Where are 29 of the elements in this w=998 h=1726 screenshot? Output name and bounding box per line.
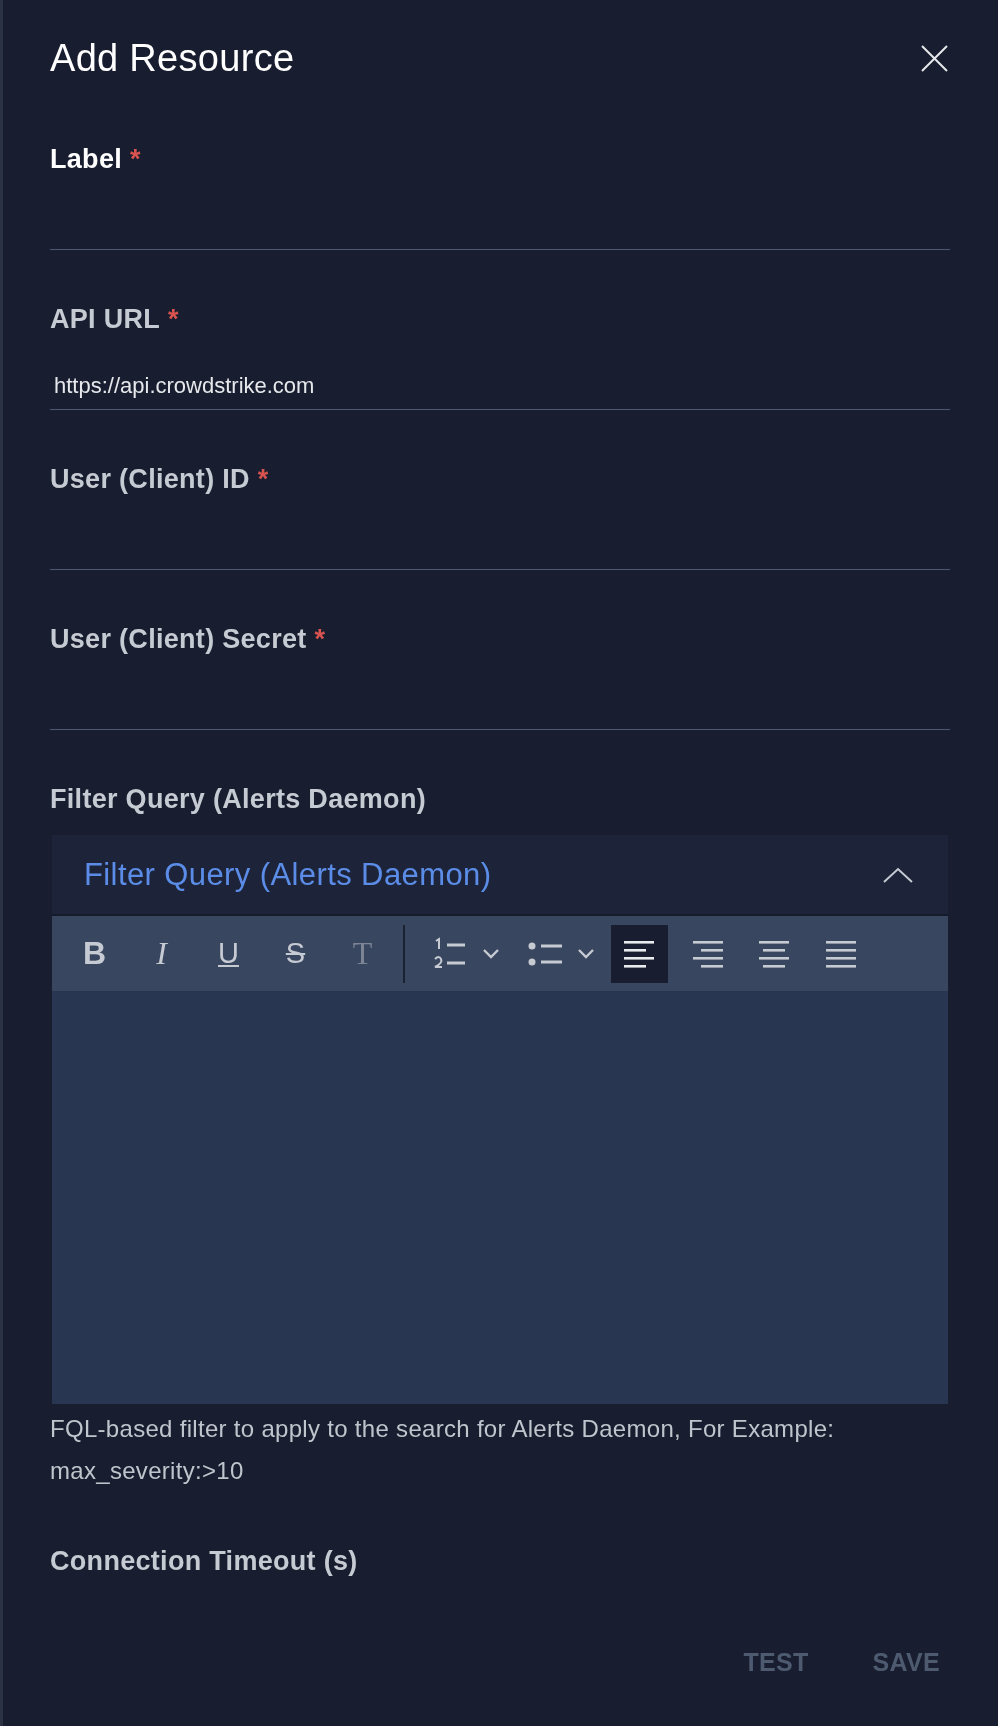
strikethrough-button[interactable]: S: [267, 924, 324, 983]
underline-button[interactable]: U: [200, 924, 257, 983]
chevron-down-icon: [577, 947, 595, 960]
help-text: FQL-based filter to apply to the search for Alerts Daemon, For Example: max_severity:>10: [50, 1414, 836, 1486]
field-label: API URL: [50, 303, 161, 335]
italic-button[interactable]: I: [133, 924, 190, 983]
bold-button[interactable]: B: [66, 924, 123, 983]
align-left-button[interactable]: [611, 924, 668, 983]
close-icon: [921, 44, 948, 72]
field-label: User (Client) ID: [50, 463, 250, 495]
editor-header[interactable]: Filter Query (Alerts Daemon): [52, 835, 948, 914]
align-left-icon: [623, 939, 656, 968]
field-label: Connection Timeout (s): [50, 1545, 358, 1577]
field-label: Filter Query (Alerts Daemon): [50, 783, 426, 815]
align-right-icon: [690, 939, 723, 968]
dialog-title: Add Resource: [50, 36, 295, 80]
panel-title: Filter Query (Alerts Daemon): [84, 856, 492, 893]
field-label: Label: [50, 143, 123, 175]
required-mark: *: [257, 463, 269, 495]
close-button[interactable]: [921, 44, 948, 72]
field-label: User (Client) Secret: [50, 623, 307, 655]
chevron-down-icon: [482, 947, 500, 960]
justify-icon: [824, 939, 857, 968]
input-field[interactable]: https://api.crowdstrike.com: [50, 362, 950, 410]
required-mark: *: [130, 143, 141, 175]
required-mark: *: [168, 303, 179, 335]
numbered-list-icon: [432, 936, 467, 971]
required-mark: *: [314, 623, 326, 655]
align-center-icon: [757, 939, 790, 968]
